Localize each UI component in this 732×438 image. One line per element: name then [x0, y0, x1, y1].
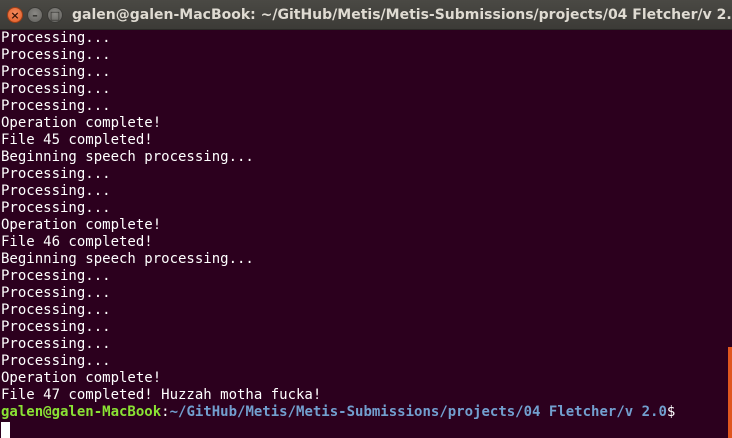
output-line: Processing... [1, 353, 111, 369]
output-line: Processing... [1, 98, 111, 114]
output-line: Processing... [1, 47, 111, 63]
prompt-separator: : [161, 404, 170, 420]
output-line: Processing... [1, 302, 111, 318]
maximize-button[interactable]: □ [47, 7, 63, 23]
terminal-window: × – □ galen@galen-MacBook: ~/GitHub/Meti… [0, 0, 732, 438]
output-line: File 45 completed! [1, 132, 153, 148]
output-line: Beginning speech processing... [1, 251, 254, 267]
output-line: Beginning speech processing... [1, 149, 254, 165]
output-line: Processing... [1, 319, 111, 335]
prompt-user-host: galen@galen-MacBook [1, 404, 162, 420]
output-line: Operation complete! [1, 370, 162, 386]
output-line: Processing... [1, 336, 111, 352]
output-line: File 47 completed! Huzzah motha fucka! [1, 387, 322, 403]
output-line: Processing... [1, 64, 111, 80]
output-line: Operation complete! [1, 217, 162, 233]
output-line: Processing... [1, 166, 111, 182]
prompt-symbol: $ [666, 404, 676, 420]
window-title: galen@galen-MacBook: ~/GitHub/Metis/Meti… [72, 7, 732, 23]
prompt-path: ~/GitHub/Metis/Metis-Submissions/project… [169, 404, 667, 420]
text-cursor [1, 422, 10, 438]
output-line: Processing... [1, 81, 111, 97]
output-line: Processing... [1, 285, 111, 301]
terminal-output[interactable]: Processing... Processing... Processing..… [0, 30, 732, 438]
close-button[interactable]: × [7, 7, 23, 23]
shell-prompt: galen@galen-MacBook:~/GitHub/Metis/Metis… [0, 404, 732, 421]
output-line: Processing... [1, 268, 111, 284]
minimize-button[interactable]: – [27, 7, 43, 23]
output-line: Processing... [1, 200, 111, 216]
title-bar[interactable]: × – □ galen@galen-MacBook: ~/GitHub/Meti… [0, 0, 732, 30]
scrollbar-thumb[interactable] [728, 347, 732, 438]
output-line: Operation complete! [1, 115, 162, 131]
output-line: Processing... [1, 30, 111, 46]
input-line[interactable] [0, 421, 732, 438]
output-line: Processing... [1, 183, 111, 199]
output-line: File 46 completed! [1, 234, 153, 250]
